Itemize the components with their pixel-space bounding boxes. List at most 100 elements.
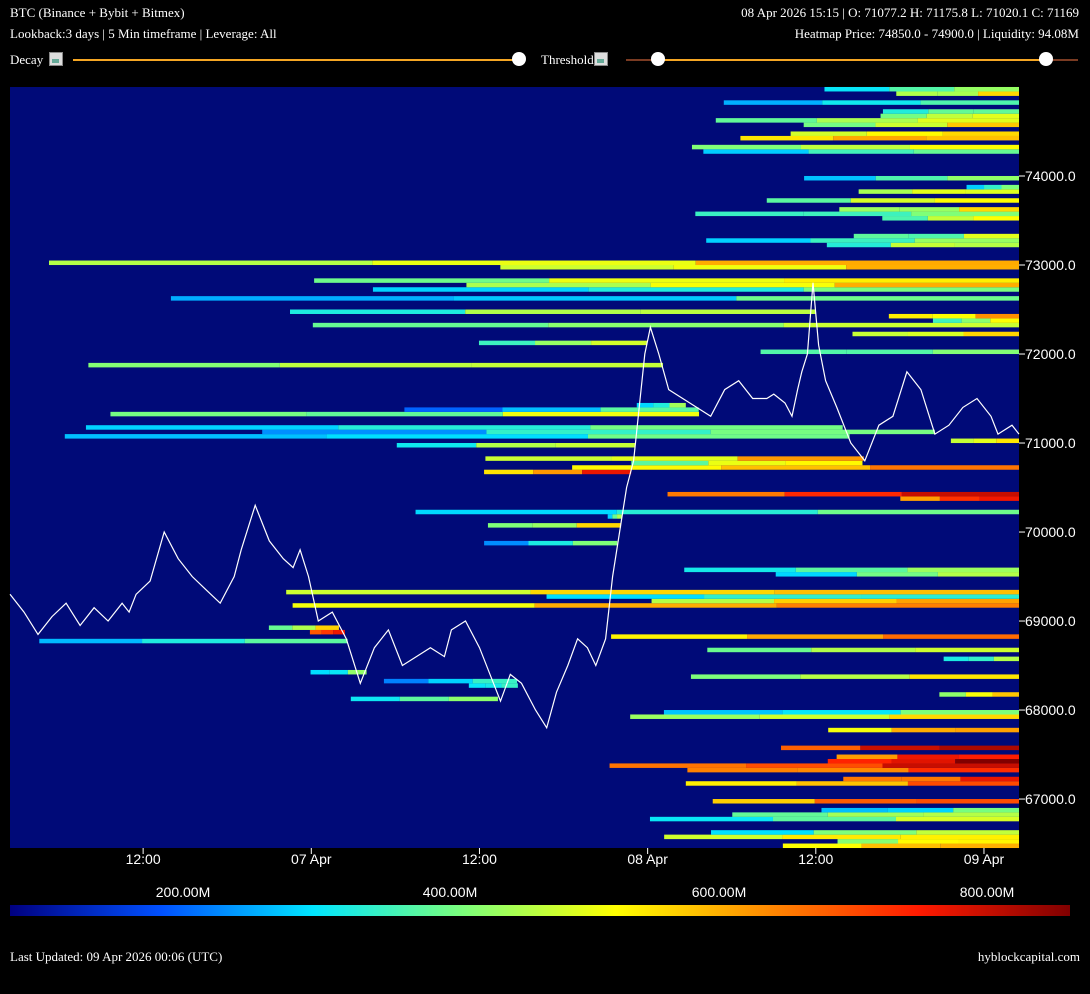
- heatmap-band: [85, 425, 339, 430]
- heatmap-band: [875, 122, 948, 128]
- heatmap-band: [917, 118, 1019, 123]
- heatmap-band: [664, 834, 783, 840]
- heatmap-band: [958, 839, 1019, 844]
- heatmap-band: [740, 135, 834, 141]
- heatmap-band: [861, 594, 1019, 599]
- heatmap-band: [909, 144, 1019, 150]
- heatmap-band: [533, 469, 583, 475]
- heatmap-band: [947, 122, 1019, 128]
- heatmap-band: [590, 425, 843, 430]
- heatmap-band: [706, 238, 811, 243]
- brand-link[interactable]: hyblockcapital.com: [978, 949, 1080, 965]
- heatmap-band: [487, 523, 533, 528]
- x-tick-label: 08 Apr: [627, 851, 668, 867]
- heatmap-band: [927, 216, 974, 221]
- heatmap-band: [907, 567, 1019, 573]
- heatmap-band: [286, 589, 531, 595]
- heatmap-band: [707, 647, 812, 653]
- heatmap-band: [781, 745, 861, 751]
- heatmap-band: [975, 313, 1019, 319]
- heatmap-band: [350, 696, 400, 702]
- heatmap-band: [576, 523, 622, 528]
- heatmap-band: [399, 696, 449, 702]
- heatmap-band: [836, 754, 898, 760]
- x-tick-label: 12:00: [126, 851, 161, 867]
- heatmap-band: [321, 629, 334, 635]
- heatmap-band: [870, 465, 1019, 470]
- heatmap-band: [669, 402, 686, 408]
- heatmap-band: [889, 86, 955, 92]
- heatmap-band: [955, 758, 1019, 764]
- heatmap-band: [766, 198, 851, 203]
- heatmap-band: [262, 429, 487, 435]
- heatmap-band: [685, 781, 797, 786]
- y-axis: 74000.0 73000.0 72000.0 71000.0 70000.0 69000…: [1019, 168, 1076, 807]
- heatmap-band: [775, 572, 857, 577]
- heatmap-band: [534, 603, 777, 608]
- heatmap-band: [88, 362, 280, 368]
- heatmap-band: [39, 638, 143, 644]
- heatmap-band: [979, 496, 1019, 501]
- heatmap-band: [631, 460, 709, 466]
- heatmap-band: [465, 309, 641, 314]
- heatmap-band: [958, 754, 1019, 760]
- heatmap-band: [572, 540, 618, 546]
- heatmap-band: [695, 260, 1019, 266]
- legend-tick-label: 400.00M: [423, 884, 477, 900]
- heatmap-band: [704, 594, 862, 599]
- y-tick-label: 72000.0: [1025, 346, 1076, 362]
- x-tick-label: 12:00: [798, 851, 833, 867]
- heatmap-band: [611, 456, 738, 461]
- legend-tick-label: 600.00M: [692, 884, 746, 900]
- heatmap-band: [811, 647, 916, 653]
- heatmap-band: [890, 242, 955, 248]
- heatmap-band: [582, 469, 632, 475]
- heatmap-band: [914, 238, 1019, 243]
- heatmap-band: [937, 572, 1019, 577]
- heatmap-band: [774, 598, 897, 604]
- heatmap-band: [640, 309, 816, 314]
- heatmap-band: [710, 429, 935, 435]
- legend-tick-label: 200.00M: [156, 884, 210, 900]
- heatmap-band: [502, 411, 700, 417]
- heatmap-band: [866, 131, 943, 136]
- heatmap-band: [548, 322, 784, 328]
- heatmap-band: [834, 282, 1019, 288]
- heatmap-band: [858, 189, 913, 194]
- heatmap-band: [312, 322, 549, 328]
- heatmap-band: [891, 758, 956, 764]
- heatmap-band: [972, 113, 1019, 119]
- legend-tick-label: 800.00M: [960, 884, 1014, 900]
- heatmap-band: [937, 91, 979, 96]
- y-tick-label: 68000.0: [1025, 702, 1076, 718]
- heatmap-band: [900, 834, 1019, 840]
- heatmap-band: [772, 816, 896, 822]
- heatmap-band: [888, 313, 933, 319]
- heatmap-band: [795, 567, 908, 573]
- heatmap-band: [901, 776, 961, 782]
- heatmap-band: [600, 407, 699, 412]
- heatmap-band: [383, 678, 429, 684]
- heatmap-band: [546, 594, 705, 599]
- heatmap-band: [170, 296, 454, 301]
- heatmap-band: [315, 625, 339, 630]
- x-tick-label: 12:00: [462, 851, 497, 867]
- heatmap-band: [292, 603, 535, 608]
- heatmap-band: [996, 438, 1019, 444]
- heatmap-band: [783, 322, 1019, 328]
- heatmap-band: [973, 109, 1019, 114]
- heatmap-band: [932, 349, 1019, 355]
- heatmap-band: [882, 216, 928, 221]
- heatmap-band: [861, 843, 941, 849]
- heatmap-band: [500, 264, 674, 270]
- heatmap-band: [396, 442, 477, 448]
- heatmap-band: [932, 318, 962, 323]
- heatmap-band: [916, 830, 1019, 835]
- liquidation-heatmap-chart[interactable]: 74000.0 73000.0 72000.0 71000.0 70000.0 69000…: [0, 0, 1090, 880]
- heatmap-band: [290, 309, 466, 314]
- y-tick-label: 69000.0: [1025, 613, 1076, 629]
- heatmap-band: [965, 692, 993, 697]
- heatmap-band: [711, 830, 814, 835]
- heatmap-band: [472, 678, 518, 684]
- heatmap-band: [992, 692, 1019, 697]
